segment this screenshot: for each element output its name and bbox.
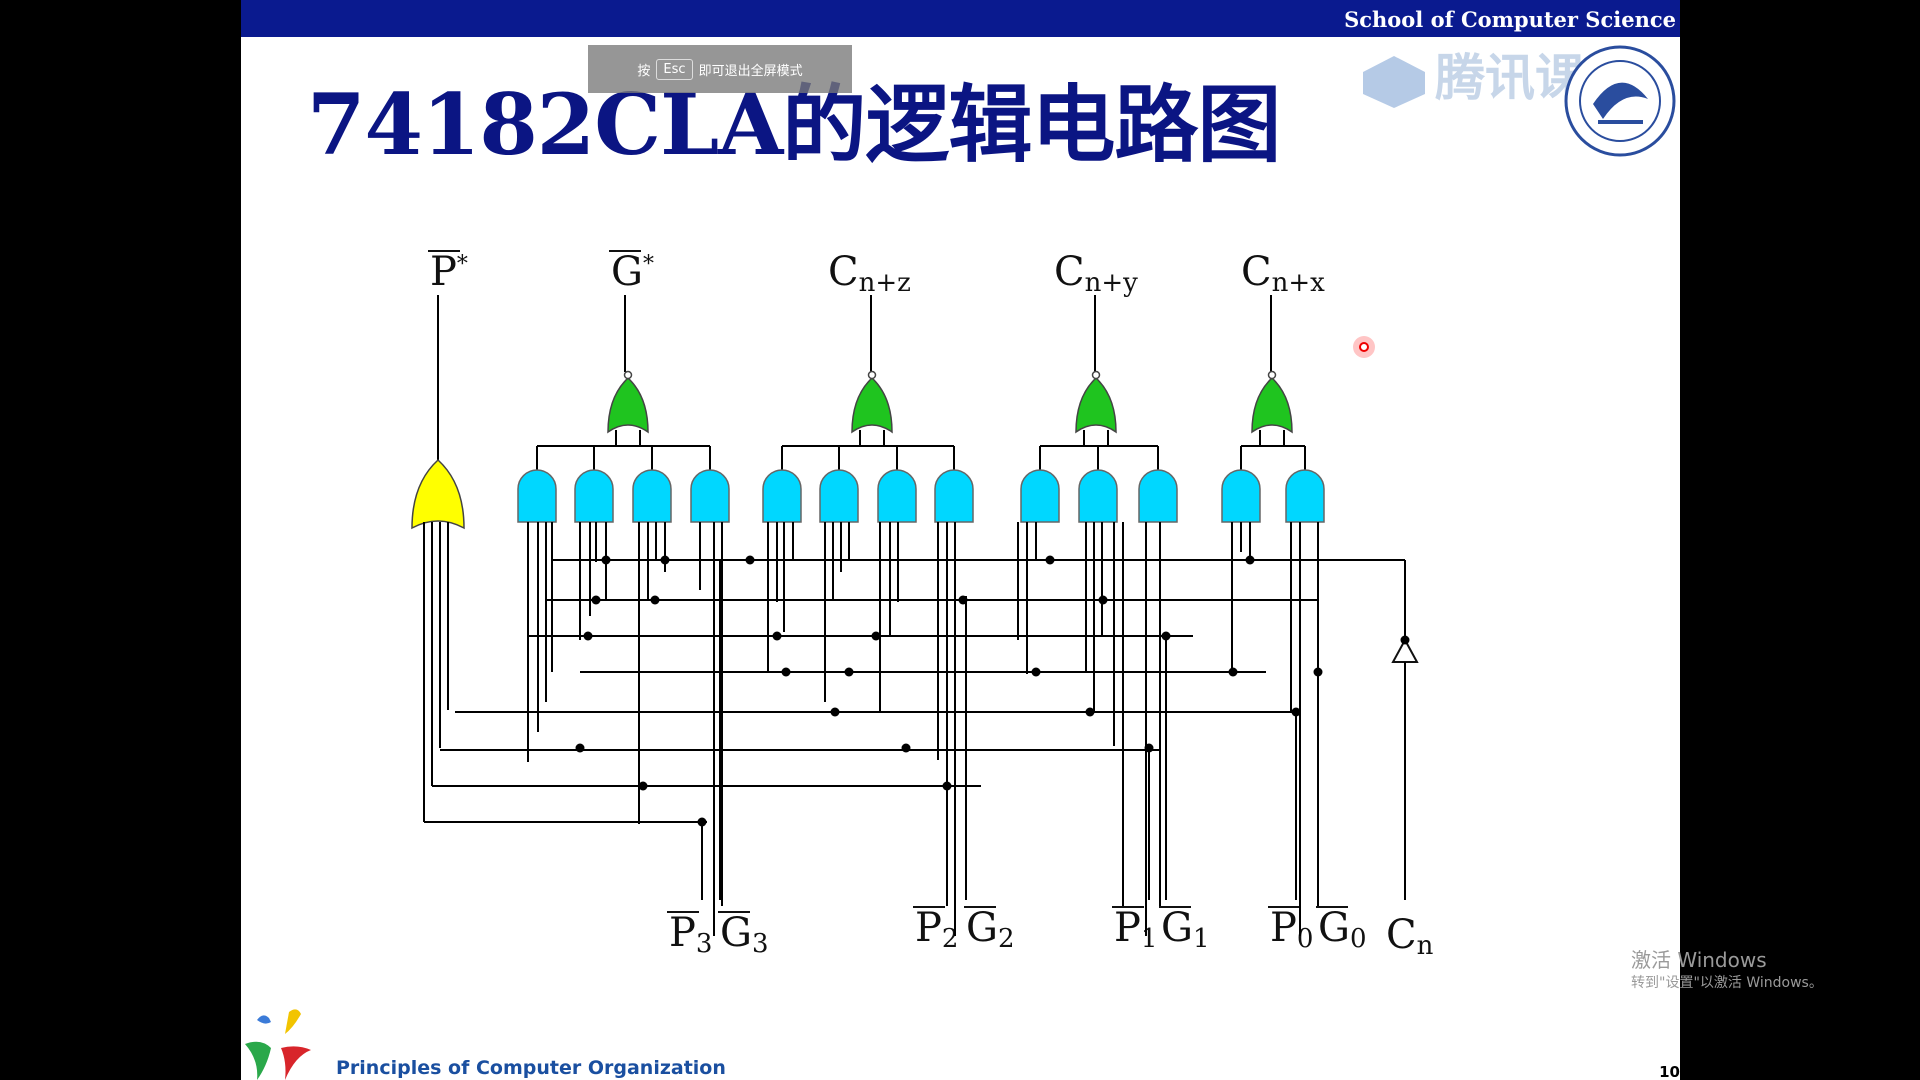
svg-text:Cn+z: Cn+z xyxy=(828,249,911,298)
cn-y-nor-gate xyxy=(1075,376,1117,434)
junction-dot xyxy=(1400,635,1410,645)
label-g3: G3 xyxy=(718,910,769,959)
cn-z-nor-gate xyxy=(851,376,893,434)
junction-dot xyxy=(575,743,585,753)
svg-text:G*: G* xyxy=(611,249,654,295)
junction-dot xyxy=(958,595,968,605)
junction-dot xyxy=(1144,743,1154,753)
svg-text:P*: P* xyxy=(430,249,468,295)
label-cn-z: Cn+z xyxy=(828,249,911,298)
junction-dot xyxy=(1031,667,1041,677)
junction-dot xyxy=(781,667,791,677)
label-cn-y: Cn+y xyxy=(1054,249,1138,298)
page-number: 10 xyxy=(1659,1063,1680,1080)
inversion-bubble xyxy=(1091,370,1101,380)
svg-text:P2: P2 xyxy=(915,905,958,954)
junction-dot xyxy=(601,555,611,565)
junction-dot xyxy=(901,743,911,753)
junction-dot xyxy=(1098,595,1108,605)
svg-text:Cn: Cn xyxy=(1386,912,1434,961)
label-p3: P3 xyxy=(667,910,712,959)
label-g2: G2 xyxy=(964,905,1015,954)
course-name: Principles of Computer Organization xyxy=(336,1057,726,1079)
svg-text:G1: G1 xyxy=(1161,905,1210,954)
svg-text:P3: P3 xyxy=(669,910,712,959)
exit-fullscreen-hint: 按 Esc 即可退出全屏模式 xyxy=(588,45,852,93)
and-gate-cn-y-3 xyxy=(1138,469,1178,523)
junction-dot xyxy=(1313,667,1323,677)
cn-x-nor-gate xyxy=(1251,376,1293,434)
label-p2: P2 xyxy=(913,905,958,954)
activate-windows-subtitle: 转到"设置"以激活 Windows。 xyxy=(1631,975,1823,991)
course-logo-icon xyxy=(245,1009,311,1080)
junction-dot xyxy=(871,631,881,641)
g-star-nor-gate xyxy=(607,376,649,434)
junction-dot xyxy=(1085,707,1095,717)
and-gate-cn-x-2 xyxy=(1285,469,1325,523)
esc-hint-suffix: 即可退出全屏模式 xyxy=(698,63,803,79)
and-gate-g-star-1 xyxy=(517,469,557,523)
label-p1: P1 xyxy=(1112,905,1157,954)
junction-dot xyxy=(697,817,707,827)
and-gate-cn-z-3 xyxy=(877,469,917,523)
esc-key: Esc xyxy=(656,58,693,80)
junction-dot xyxy=(638,781,648,791)
svg-text:P0: P0 xyxy=(1270,905,1313,954)
label-cn: Cn xyxy=(1386,912,1434,961)
label-cn-x: Cn+x xyxy=(1241,249,1325,298)
junction-dot xyxy=(942,781,952,791)
svg-text:P1: P1 xyxy=(1114,905,1157,954)
and-gate-cn-y-1 xyxy=(1020,469,1060,523)
inversion-bubble xyxy=(623,370,633,380)
junction-dot xyxy=(772,631,782,641)
and-gate-cn-x-1 xyxy=(1221,469,1261,523)
svg-text:Cn+x: Cn+x xyxy=(1241,249,1325,298)
junction-dot xyxy=(830,707,840,717)
and-gate-cn-z-1 xyxy=(762,469,802,523)
junction-dot xyxy=(1245,555,1255,565)
activate-windows-title: 激活 Windows xyxy=(1631,948,1767,972)
junction-dot xyxy=(1291,707,1301,717)
inversion-bubble xyxy=(867,370,877,380)
and-gate-g-star-3 xyxy=(632,469,672,523)
junction-dot xyxy=(1228,667,1238,677)
label-p0: P0 xyxy=(1268,905,1313,954)
label-g0: G0 xyxy=(1316,905,1367,954)
label-p-star: P* xyxy=(428,249,468,295)
svg-text:Cn+y: Cn+y xyxy=(1054,249,1138,298)
svg-text:G2: G2 xyxy=(966,905,1015,954)
and-gate-g-star-4 xyxy=(690,469,730,523)
slide: School of Computer Science 74182CLA的逻辑电路… xyxy=(241,0,1680,1080)
and-gate-cn-z-4 xyxy=(934,469,974,523)
and-gate-cn-z-2 xyxy=(819,469,859,523)
and-gate-g-star-2 xyxy=(574,469,614,523)
label-g-star: G* xyxy=(609,249,654,295)
junction-dot xyxy=(583,631,593,641)
label-g1: G1 xyxy=(1159,905,1210,954)
svg-text:G0: G0 xyxy=(1318,905,1367,954)
mouse-pointer xyxy=(1353,336,1375,358)
junction-dot xyxy=(745,555,755,565)
junction-dot xyxy=(1045,555,1055,565)
svg-text:G3: G3 xyxy=(720,910,769,959)
circuit-diagram: P* G* Cn+z Cn+y Cn+x P3 G3 P2 G2 P1 G1 P0 G0 Cn xyxy=(411,249,1434,961)
p-star-or-gate xyxy=(411,458,465,530)
junction-dot xyxy=(1161,631,1171,641)
and-gate-cn-y-2 xyxy=(1078,469,1118,523)
junction-dot xyxy=(660,555,670,565)
junction-dot xyxy=(844,667,854,677)
inversion-bubble xyxy=(1267,370,1277,380)
junction-dot xyxy=(650,595,660,605)
esc-hint-prefix: 按 xyxy=(637,63,651,79)
junction-dot xyxy=(591,595,601,605)
